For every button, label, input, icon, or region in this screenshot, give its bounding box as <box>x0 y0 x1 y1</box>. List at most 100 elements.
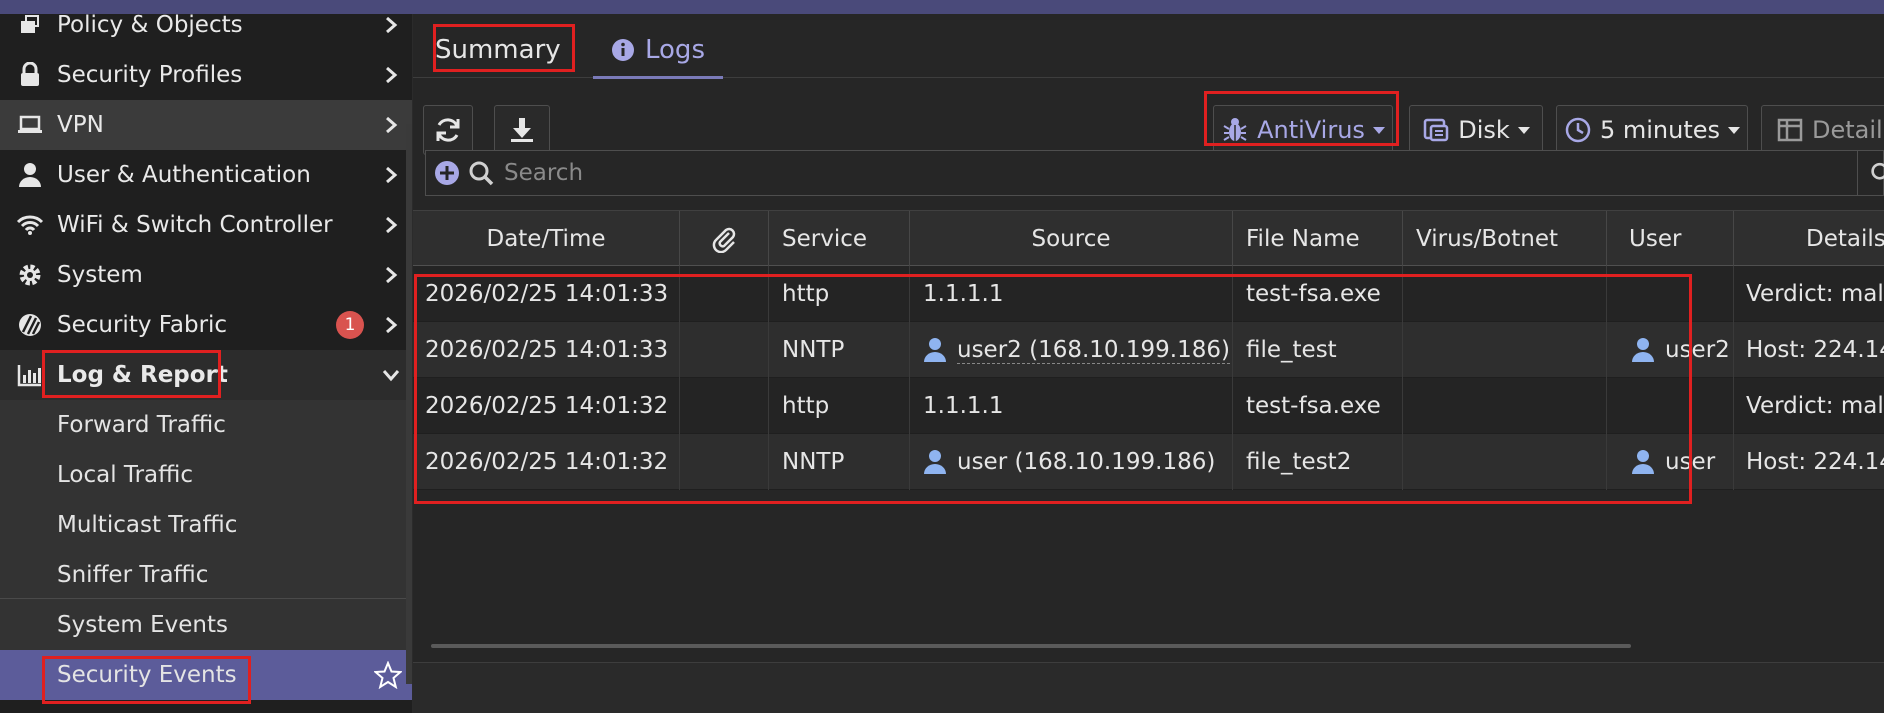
paperclip-icon <box>711 225 737 253</box>
refresh-icon <box>434 116 462 144</box>
column-header-details[interactable]: Details <box>1734 211 1884 267</box>
user-icon <box>14 159 46 191</box>
user-icon <box>1631 337 1655 363</box>
details-button[interactable]: Details <box>1761 105 1884 155</box>
chevron-down-icon <box>380 364 402 386</box>
search-bar[interactable]: Search <box>425 150 1884 196</box>
column-header-label: Source <box>1031 226 1111 252</box>
caret-down-icon <box>1372 126 1385 134</box>
tab-logs[interactable]: Logs <box>593 24 723 79</box>
sidebar-subitem-forward-traffic[interactable]: Forward Traffic <box>0 400 412 450</box>
sidebar-item-label: VPN <box>57 112 104 138</box>
sidebar-subitem-local-traffic[interactable]: Local Traffic <box>0 450 412 500</box>
cell-virus-botnet <box>1403 266 1607 322</box>
cell-service: NNTP <box>769 322 910 378</box>
tab-summary[interactable]: Summary <box>435 24 561 76</box>
source-user-link[interactable]: user2 (168.10.199.186) <box>957 337 1230 364</box>
sidebar-subitem-security-events[interactable]: Security Events <box>0 650 412 700</box>
table-row[interactable]: 2026/02/25 14:01:32 http 1.1.1.1 test-fs… <box>413 378 1884 434</box>
disk-icon <box>1422 116 1450 144</box>
top-strip <box>0 0 1884 14</box>
table-row[interactable]: 2026/02/25 14:01:32 NNTP user (168.10.19… <box>413 434 1884 490</box>
sidebar-subitem-label: Multicast Traffic <box>57 512 238 538</box>
sidebar-subitem-label: Local Traffic <box>57 462 194 488</box>
column-header-user[interactable]: User <box>1607 211 1734 267</box>
cell-file-name: test-fsa.exe <box>1233 378 1403 434</box>
time-range-dropdown[interactable]: 5 minutes <box>1556 105 1748 155</box>
column-header-file-name[interactable]: File Name <box>1233 211 1403 267</box>
column-header-service[interactable]: Service <box>769 211 910 267</box>
sidebar-subitem-system-events[interactable]: System Events <box>0 600 412 650</box>
sidebar-item-security-fabric[interactable]: Security Fabric 1 <box>0 300 412 350</box>
chevron-right-icon <box>380 64 402 86</box>
sidebar-item-system[interactable]: System <box>0 250 412 300</box>
chevron-right-icon <box>380 114 402 136</box>
sidebar-divider <box>0 598 412 599</box>
gear-icon <box>14 259 46 291</box>
caret-down-icon <box>1517 126 1530 134</box>
disk-dropdown[interactable]: Disk <box>1409 105 1543 155</box>
sidebar-scrollbar[interactable] <box>406 124 412 684</box>
chevron-right-icon <box>380 14 402 36</box>
sidebar-subitem-label: Sniffer Traffic <box>57 562 209 588</box>
sidebar-subitem-sniffer-traffic[interactable]: Sniffer Traffic <box>0 550 412 600</box>
horizontal-scrollbar[interactable] <box>431 644 1631 648</box>
cell-user <box>1607 266 1734 322</box>
sidebar-item-label: Security Fabric <box>57 312 228 338</box>
chevron-right-icon <box>380 214 402 236</box>
sidebar-item-label: System <box>57 262 143 288</box>
cell-attachment <box>680 378 769 434</box>
column-header-virus-botnet[interactable]: Virus/Botnet <box>1403 211 1607 267</box>
sidebar-item-security-profiles[interactable]: Security Profiles <box>0 50 412 100</box>
chevron-right-icon <box>380 314 402 336</box>
table-header: Date/Time Service Source File Name Virus… <box>413 210 1884 267</box>
details-button-label: Details <box>1812 116 1884 144</box>
sidebar-item-vpn[interactable]: VPN <box>0 100 412 150</box>
policy-icon <box>14 14 46 41</box>
download-icon <box>508 116 536 144</box>
column-header-label: User <box>1629 226 1682 252</box>
cell-user: user <box>1607 434 1734 490</box>
antivirus-dropdown-label: AntiVirus <box>1257 116 1365 144</box>
tab-label: Summary <box>435 35 561 65</box>
sidebar-item-log-report[interactable]: Log & Report <box>0 350 412 400</box>
column-header-datetime[interactable]: Date/Time <box>413 211 680 267</box>
cell-source: user2 (168.10.199.186) <box>910 322 1233 378</box>
cell-datetime: 2026/02/25 14:01:33 <box>413 322 680 378</box>
tab-bar: Summary Logs <box>413 14 1884 79</box>
sidebar-item-label: User & Authentication <box>57 162 311 188</box>
search-submit-icon[interactable] <box>1857 151 1884 195</box>
column-header-label: Virus/Botnet <box>1416 226 1558 252</box>
column-header-source[interactable]: Source <box>910 211 1233 267</box>
column-header-label: Service <box>782 226 868 252</box>
sidebar-item-wifi-switch[interactable]: WiFi & Switch Controller <box>0 200 412 250</box>
caret-down-icon <box>1728 126 1741 134</box>
fabric-icon <box>14 309 46 341</box>
cell-datetime: 2026/02/25 14:01:32 <box>413 434 680 490</box>
download-button[interactable] <box>494 105 550 155</box>
star-icon[interactable] <box>372 660 404 690</box>
sidebar-item-user-authentication[interactable]: User & Authentication <box>0 150 412 200</box>
sidebar-item-policy-objects[interactable]: Policy & Objects <box>0 14 412 50</box>
wifi-icon <box>14 209 46 241</box>
cell-details: Verdict: malic <box>1746 393 1884 419</box>
cell-virus-botnet <box>1403 322 1607 378</box>
cell-details: Host: 224.14 <box>1746 449 1884 475</box>
cell-file-name: file_test2 <box>1233 434 1403 490</box>
search-input[interactable]: Search <box>504 160 583 186</box>
source-user-link[interactable]: user (168.10.199.186) <box>957 449 1215 475</box>
cell-service: http <box>769 378 910 434</box>
column-header-label: Details <box>1806 226 1884 252</box>
table-row[interactable]: 2026/02/25 14:01:33 NNTP user2 (168.10.1… <box>413 322 1884 378</box>
refresh-button[interactable] <box>423 105 473 155</box>
disk-dropdown-label: Disk <box>1458 116 1510 144</box>
column-header-attachment[interactable] <box>680 211 769 267</box>
table-row[interactable]: 2026/02/25 14:01:33 http 1.1.1.1 test-fs… <box>413 266 1884 322</box>
notification-badge: 1 <box>336 311 364 339</box>
add-filter-icon[interactable] <box>434 160 460 186</box>
antivirus-dropdown[interactable]: AntiVirus <box>1213 105 1393 155</box>
cell-service: NNTP <box>769 434 910 490</box>
columns-icon <box>1776 116 1804 144</box>
sidebar: Policy & Objects Security Profiles VPN U… <box>0 14 412 713</box>
sidebar-subitem-multicast-traffic[interactable]: Multicast Traffic <box>0 500 412 550</box>
